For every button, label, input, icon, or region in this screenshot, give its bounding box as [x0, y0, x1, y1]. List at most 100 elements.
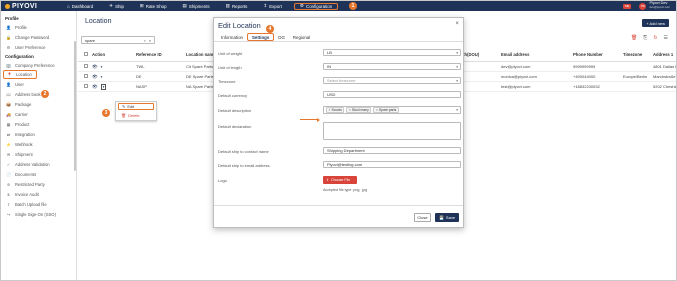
unit-length-select[interactable]: IN ▾ — [323, 63, 461, 70]
sidebar-item-package[interactable]: 📦 Package — [1, 99, 76, 109]
col-phone[interactable]: Phone Number — [573, 52, 623, 57]
sidebar-item-label: Location — [16, 72, 32, 77]
col-address[interactable]: Address 1 — [653, 52, 676, 57]
nav-reports[interactable]: ▥ Reports — [218, 1, 256, 11]
tag-chip[interactable]: × Stool many — [346, 107, 372, 113]
sidebar-item-label: Change Password — [15, 34, 50, 40]
trash-icon[interactable]: 🗑 — [631, 35, 637, 41]
sidebar-item-batch-upload[interactable]: ⇪ Batch Upload file — [1, 199, 76, 209]
package-icon: 📦 — [6, 101, 11, 107]
col-email[interactable]: Email address — [501, 52, 571, 57]
sidebar-item-company-preference[interactable]: 🏢 Company Preference — [1, 60, 76, 70]
remove-icon[interactable]: × — [349, 108, 351, 112]
sidebar-item-restricted-party[interactable]: ⊘ Restricted Party — [1, 179, 76, 189]
close-icon[interactable]: × — [455, 21, 459, 27]
step-badge-4: 4 — [266, 25, 274, 33]
search-input[interactable]: spare × ⌕ — [81, 36, 155, 44]
sidebar-item-carrier[interactable]: 🚚 Carrier — [1, 109, 76, 119]
nav-label: Ship — [115, 3, 124, 9]
col-timezone[interactable]: Timezone — [623, 52, 653, 57]
sidebar-item-invoice-audit[interactable]: $ Invoice Audit — [1, 189, 76, 199]
nav-dashboard[interactable]: ⌂ Dashboard — [59, 1, 101, 11]
tab-dg[interactable]: DG — [274, 33, 289, 41]
col-reference-id[interactable]: Reference ID — [118, 52, 186, 57]
row-checkbox[interactable] — [78, 84, 92, 89]
choose-file-button[interactable]: ⇪ Choose File — [323, 176, 357, 184]
save-button[interactable]: 💾 Save — [435, 213, 459, 222]
description-multiselect[interactable]: × Scoots × Stool many × Spare parts ▾ — [323, 106, 461, 114]
sidebar-item-documents[interactable]: 📄 Documents — [1, 169, 76, 179]
eye-icon[interactable]: 👁 — [92, 84, 98, 90]
sidebar-item-change-password[interactable]: 🔒 Change Password — [1, 32, 76, 42]
nav-configuration[interactable]: ⚙ Configuration — [293, 2, 339, 10]
cell-phone: 9999999999 — [573, 64, 596, 69]
export-icon: ↥ — [263, 3, 268, 8]
eye-icon[interactable]: 👁 — [92, 74, 98, 80]
add-new-button[interactable]: + Add new — [642, 19, 669, 27]
copy-icon[interactable]: ⎘ — [643, 35, 647, 41]
cell-timezone: Europe/Berlin — [623, 74, 648, 79]
nav-export[interactable]: ↥ Export — [255, 1, 290, 11]
remove-icon[interactable]: × — [376, 108, 378, 112]
chevron-down-icon[interactable]: ▾ — [101, 65, 103, 69]
currency-input[interactable]: USD — [323, 91, 461, 98]
tab-information[interactable]: Information — [217, 33, 247, 41]
unit-weight-select[interactable]: LB ▾ — [323, 49, 461, 56]
sidebar-item-user[interactable]: 👤 User — [1, 79, 76, 89]
modal-footer: Close 💾 Save — [214, 205, 463, 227]
chevron-down-icon[interactable]: ▾ — [100, 83, 107, 90]
sidebar-item-address-book[interactable]: 📖 Address book — [1, 89, 76, 99]
ship-contact-input[interactable]: Shipping Department — [323, 147, 461, 154]
sidebar-item-product[interactable]: ▦ Product — [1, 119, 76, 129]
avatar[interactable]: PD — [639, 2, 647, 10]
nav-shipments[interactable]: ▤ Shipments — [175, 1, 218, 11]
sidebar-item-label: Restricted Party — [15, 181, 45, 187]
eye-icon[interactable]: 👁 — [92, 64, 98, 70]
ship-email-input[interactable]: Piyovi@testing.com — [323, 161, 461, 168]
sidebar-item-webhook[interactable]: ⚡ Webhook — [1, 139, 76, 149]
row-checkbox[interactable] — [78, 74, 92, 79]
tag-chip[interactable]: × Scoots — [326, 107, 345, 113]
timezone-select[interactable]: Select timezone ▾ — [323, 77, 461, 84]
chevron-down-icon: ▾ — [456, 50, 458, 55]
search-icon[interactable]: ⌕ — [147, 37, 153, 43]
modal-header: Edit Location × — [214, 18, 463, 33]
declaration-textarea[interactable] — [323, 122, 461, 140]
col-length[interactable]: ngth(DOU) — [458, 52, 498, 57]
tab-regional[interactable]: Regional — [289, 33, 314, 41]
sidebar-scrollbar[interactable] — [74, 41, 76, 171]
modal-tabs: Information Settings DG Regional — [214, 33, 463, 42]
tab-settings[interactable]: Settings — [246, 33, 275, 41]
nav-ship[interactable]: ✈ Ship — [101, 1, 132, 11]
user-info[interactable]: Piyovi Dev dev@piyovi.com — [649, 1, 670, 10]
cell-email: test@piyovi.com — [501, 84, 531, 89]
annotation-arrow — [213, 17, 320, 122]
truck-icon: 🚚 — [6, 111, 11, 117]
select-all-checkbox[interactable] — [78, 52, 92, 57]
chevron-down-icon[interactable]: ▾ — [101, 75, 103, 79]
upload-icon: ⇪ — [326, 178, 330, 182]
sidebar-item-sso[interactable]: ↪ Single Sign-On (SSO) — [1, 209, 76, 219]
arrow-line — [300, 119, 318, 120]
integration-icon: ⇄ — [6, 131, 11, 137]
settings-icon: ⚙ — [6, 44, 11, 50]
sidebar-item-address-validation[interactable]: ✓ Address Validation — [1, 159, 76, 169]
sidebar-item-location[interactable]: 📍 Location — [3, 70, 37, 79]
remove-icon[interactable]: × — [329, 108, 331, 112]
tag-chip[interactable]: × Spare parts — [373, 107, 399, 113]
step-badge-3: 3 — [102, 109, 110, 117]
sidebar-item-integration[interactable]: ⇄ Integration — [1, 129, 76, 139]
sidebar-item-shipment[interactable]: ✉ Shipment — [1, 149, 76, 159]
clear-icon[interactable]: × — [144, 38, 146, 43]
columns-icon[interactable]: ☰ — [664, 35, 668, 41]
sidebar-item-user-preference[interactable]: ⚙ User Preference — [1, 42, 76, 52]
app-logo[interactable]: PIYOVI — [1, 3, 59, 10]
nav-rate-shop[interactable]: ⊞ Rate Shop — [132, 1, 175, 11]
edit-menu-item[interactable]: ✎ Edit — [118, 103, 154, 110]
close-button[interactable]: Close — [414, 213, 431, 222]
row-checkbox[interactable] — [78, 64, 92, 69]
delete-menu-item[interactable]: 🗑 Delete — [116, 111, 156, 119]
sidebar-item-profile[interactable]: 👤 Profile — [1, 22, 76, 32]
input-value: Piyovi@testing.com — [327, 162, 363, 167]
refresh-icon[interactable]: ↻ — [653, 35, 657, 41]
